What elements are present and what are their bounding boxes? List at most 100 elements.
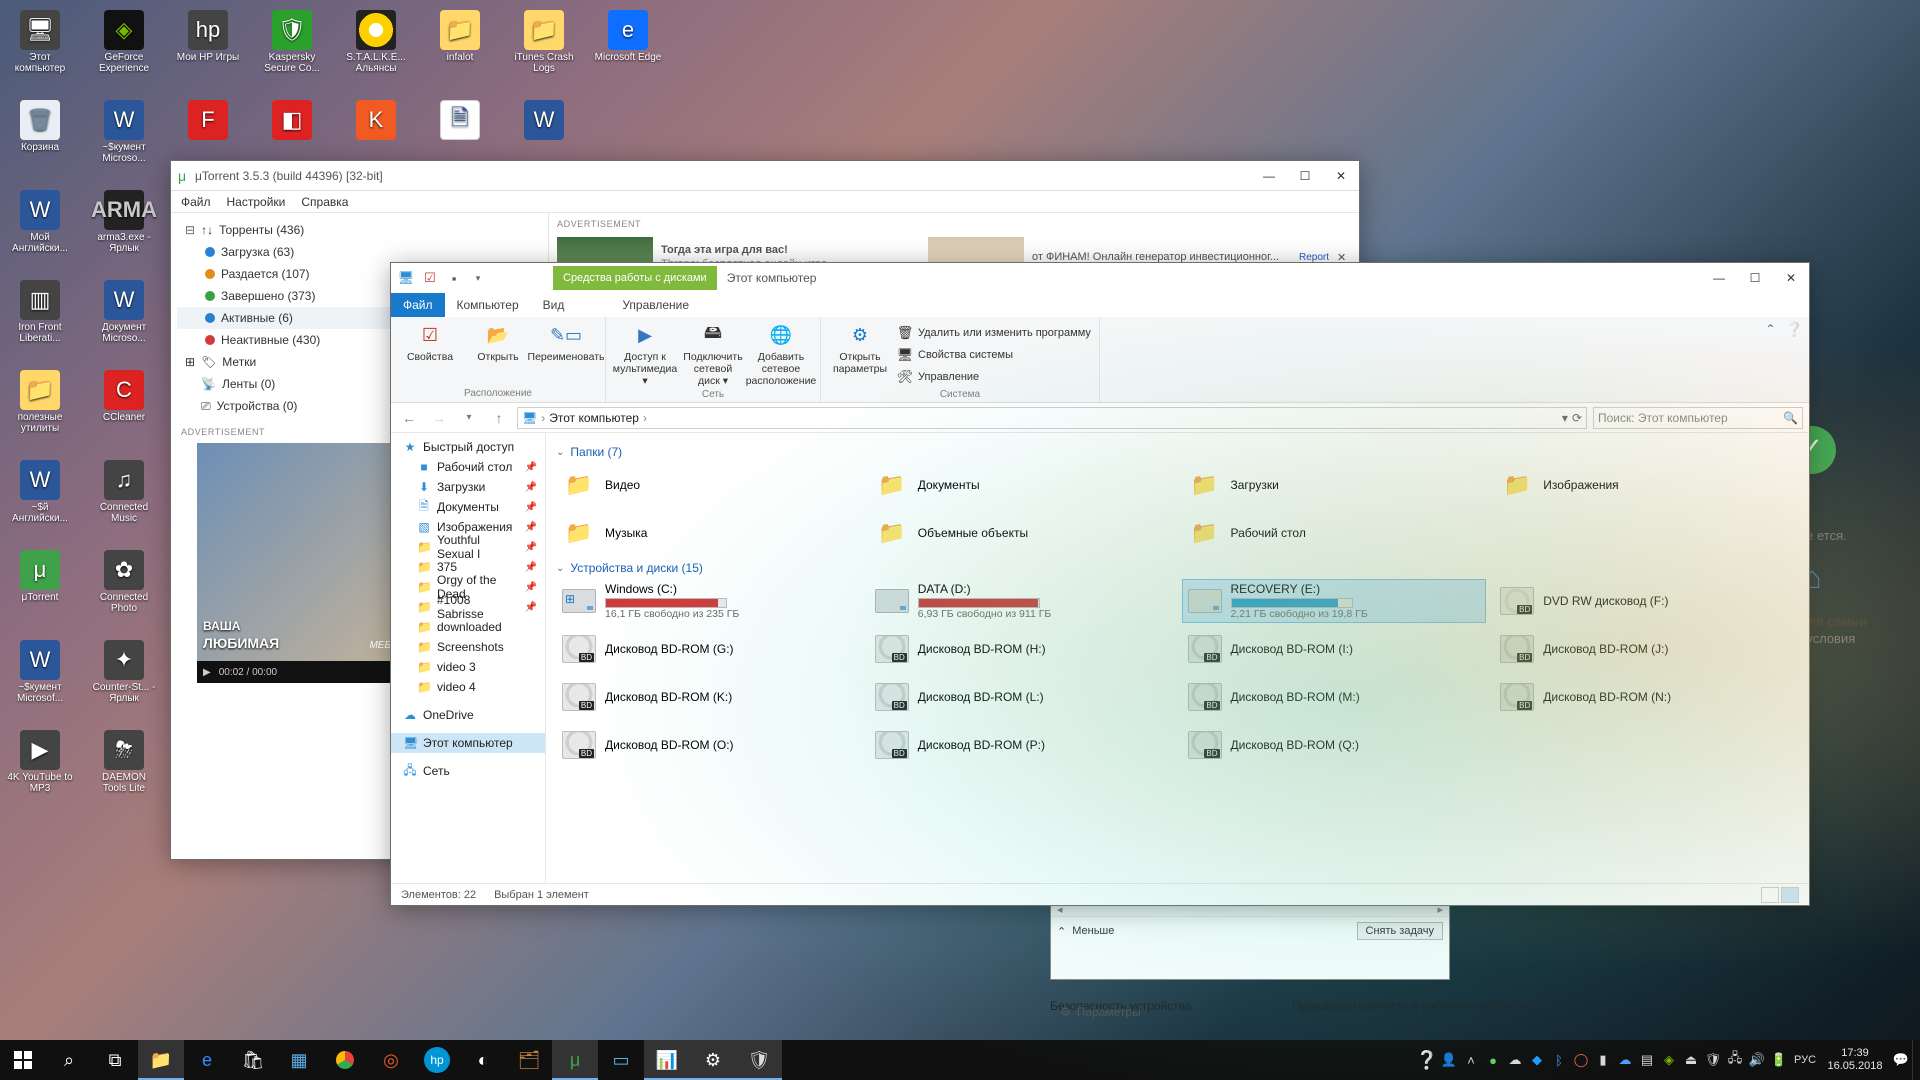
- tray-people-icon[interactable]: 👤: [1438, 1040, 1460, 1080]
- nav-quick-access[interactable]: ★Быстрый доступ: [391, 437, 545, 457]
- tray-onedrive-icon[interactable]: ☁: [1504, 1040, 1526, 1080]
- ribbon-rename[interactable]: ✎▭Переименовать: [535, 321, 597, 363]
- tree-torrents-root[interactable]: ⊟↑↓Торренты (436): [177, 219, 542, 241]
- desktop-icon[interactable]: μμTorrent: [4, 546, 76, 636]
- taskbar-chrome[interactable]: [322, 1040, 368, 1080]
- desktop-icon[interactable]: 🗑Корзина: [4, 96, 76, 186]
- ribbon-sysprops[interactable]: 🖥Свойства системы: [897, 345, 1091, 365]
- tray-icon[interactable]: ☁: [1614, 1040, 1636, 1080]
- desktop-icon[interactable]: ◈GeForce Experience: [88, 6, 160, 96]
- drive-item[interactable]: Дисковод BD-ROM (K:): [556, 675, 861, 719]
- qat-dropdown-icon[interactable]: ▾: [469, 269, 487, 287]
- desktop-icon[interactable]: ▥Iron Front Liberati...: [4, 276, 76, 366]
- taskbar-app2[interactable]: ◎: [368, 1040, 414, 1080]
- desktop-icon[interactable]: W~$кумент Microso...: [88, 96, 160, 186]
- taskbar-utorrent[interactable]: μ: [552, 1040, 598, 1080]
- tree-item[interactable]: Загрузка (63): [177, 241, 542, 263]
- ribbon-open[interactable]: 📂Открыть: [467, 321, 529, 363]
- ribbon-add-netloc[interactable]: 🌐Добавить сетевое расположение: [750, 321, 812, 387]
- taskbar-app5[interactable]: ▭: [598, 1040, 644, 1080]
- close-button[interactable]: ✕: [1323, 161, 1359, 191]
- desktop-icon[interactable]: S.T.A.L.K.E... Альянсы: [340, 6, 412, 96]
- menu-settings[interactable]: Настройки: [227, 195, 286, 209]
- tray-battery-icon[interactable]: 🔋: [1768, 1040, 1790, 1080]
- drive-item[interactable]: Дисковод BD-ROM (J:): [1494, 627, 1799, 671]
- view-details[interactable]: [1761, 887, 1779, 903]
- ribbon-media-access[interactable]: ▶Доступ к мультимедиа ▾: [614, 321, 676, 387]
- drive-item[interactable]: Дисковод BD-ROM (P:): [869, 723, 1174, 767]
- tray-clock[interactable]: 17:3916.05.2018: [1820, 1047, 1890, 1072]
- contextual-tab-drivetools[interactable]: Средства работы с дисками: [553, 266, 717, 290]
- nav-item[interactable]: ⬇Загрузки📌: [391, 477, 545, 497]
- drive-item[interactable]: Дисковод BD-ROM (O:): [556, 723, 861, 767]
- view-tiles[interactable]: [1781, 887, 1799, 903]
- search-button[interactable]: ⌕: [46, 1040, 92, 1080]
- desktop-icon[interactable]: W~$й Английски...: [4, 456, 76, 546]
- nav-forward[interactable]: →: [427, 406, 451, 430]
- fewer-details[interactable]: Меньше: [1072, 925, 1114, 937]
- gear-icon[interactable]: ⚙: [1060, 1005, 1071, 1019]
- folder-item[interactable]: 📁Объемные объекты: [869, 511, 1174, 555]
- desktop-icon[interactable]: CCCleaner: [88, 366, 160, 456]
- folder-item[interactable]: 📁Рабочий стол: [1182, 511, 1487, 555]
- taskbar-hp[interactable]: hp: [424, 1047, 450, 1073]
- desktop-icon[interactable]: ARMAarma3.exe - Ярлык: [88, 186, 160, 276]
- drive-item[interactable]: Дисковод BD-ROM (G:): [556, 627, 861, 671]
- tray-icon[interactable]: ◯: [1570, 1040, 1592, 1080]
- tab-manage[interactable]: Управление: [610, 293, 701, 317]
- desktop-icon[interactable]: 📁полезные утилиты: [4, 366, 76, 456]
- desktop-icon[interactable]: ✿Connected Photo: [88, 546, 160, 636]
- menu-file[interactable]: Файл: [181, 195, 211, 209]
- nav-item[interactable]: 📁video 4: [391, 677, 545, 697]
- tray-language[interactable]: РУС: [1790, 1054, 1820, 1066]
- group-folders[interactable]: ⌄Папки (7): [556, 445, 1799, 459]
- ribbon-uninstall[interactable]: 🗑Удалить или изменить программу: [897, 323, 1091, 343]
- drive-item[interactable]: Дисковод BD-ROM (N:): [1494, 675, 1799, 719]
- drive-item[interactable]: DATA (D:)6,93 ГБ свободно из 911 ГБ: [869, 579, 1174, 623]
- group-drives[interactable]: ⌄Устройства и диски (15): [556, 561, 1799, 575]
- desktop-icon[interactable]: 🖥Этот компьютер: [4, 6, 76, 96]
- tray-nvidia-icon[interactable]: ◈: [1658, 1040, 1680, 1080]
- nav-item[interactable]: 📁video 3: [391, 657, 545, 677]
- desktop-icon[interactable]: 📁iTunes Crash Logs: [508, 6, 580, 96]
- desktop-icon[interactable]: WМой Английски...: [4, 186, 76, 276]
- breadcrumb-dropdown-icon[interactable]: ▾: [1562, 411, 1568, 425]
- drive-item[interactable]: Дисковод BD-ROM (Q:): [1182, 723, 1487, 767]
- tray-overflow-icon[interactable]: ˄: [1460, 1040, 1482, 1080]
- taskbar-app3[interactable]: ◐: [460, 1040, 506, 1080]
- nav-item[interactable]: ■Рабочий стол📌: [391, 457, 545, 477]
- nav-recent[interactable]: ▾: [457, 406, 481, 430]
- desktop-icon[interactable]: ▶4K YouTube to MP3: [4, 726, 76, 816]
- minimize-button[interactable]: ―: [1251, 161, 1287, 191]
- ribbon-manage[interactable]: 🛠Управление: [897, 367, 1091, 387]
- refresh-icon[interactable]: ⟳: [1572, 411, 1582, 425]
- tray-icon[interactable]: ◆: [1526, 1040, 1548, 1080]
- taskbar-store[interactable]: 🛍: [230, 1040, 276, 1080]
- tray-defender-icon[interactable]: 🛡: [1702, 1040, 1724, 1080]
- taskbar-explorer[interactable]: 📁: [138, 1040, 184, 1080]
- folder-item[interactable]: 📁Музыка: [556, 511, 861, 555]
- tray-network-icon[interactable]: 🖧: [1724, 1040, 1746, 1080]
- desktop-icon[interactable]: hpМои HP Игры: [172, 6, 244, 96]
- tray-icon[interactable]: ●: [1482, 1040, 1504, 1080]
- tab-computer[interactable]: Компьютер: [445, 293, 531, 317]
- taskbar-settings[interactable]: ⚙: [690, 1040, 736, 1080]
- ribbon-properties[interactable]: ☑Свойства: [399, 321, 461, 363]
- ribbon-open-settings[interactable]: ⚙Открыть параметры: [829, 321, 891, 387]
- play-icon[interactable]: ▶: [203, 667, 211, 678]
- folder-item[interactable]: 📁Документы: [869, 463, 1174, 507]
- taskbar-app[interactable]: ▦: [276, 1040, 322, 1080]
- desktop-icon[interactable]: W~$кумент Microsof...: [4, 636, 76, 726]
- tray-icon[interactable]: ▤: [1636, 1040, 1658, 1080]
- drive-item[interactable]: Дисковод BD-ROM (M:): [1182, 675, 1487, 719]
- desktop-icon[interactable]: 🛡Kaspersky Secure Co...: [256, 6, 328, 96]
- tray-bluetooth-icon[interactable]: ᛒ: [1548, 1040, 1570, 1080]
- nav-item[interactable]: 📁Screenshots: [391, 637, 545, 657]
- tray-icon[interactable]: ▮: [1592, 1040, 1614, 1080]
- close-button[interactable]: ✕: [1773, 263, 1809, 293]
- drive-item[interactable]: DVD RW дисковод (F:): [1494, 579, 1799, 623]
- desktop-icon[interactable]: ⛈DAEMON Tools Lite: [88, 726, 160, 816]
- taskbar-taskmgr[interactable]: 📊: [644, 1040, 690, 1080]
- tab-file[interactable]: Файл: [391, 293, 445, 317]
- breadcrumb[interactable]: 🖥 › Этот компьютер › ▾ ⟳: [517, 407, 1587, 429]
